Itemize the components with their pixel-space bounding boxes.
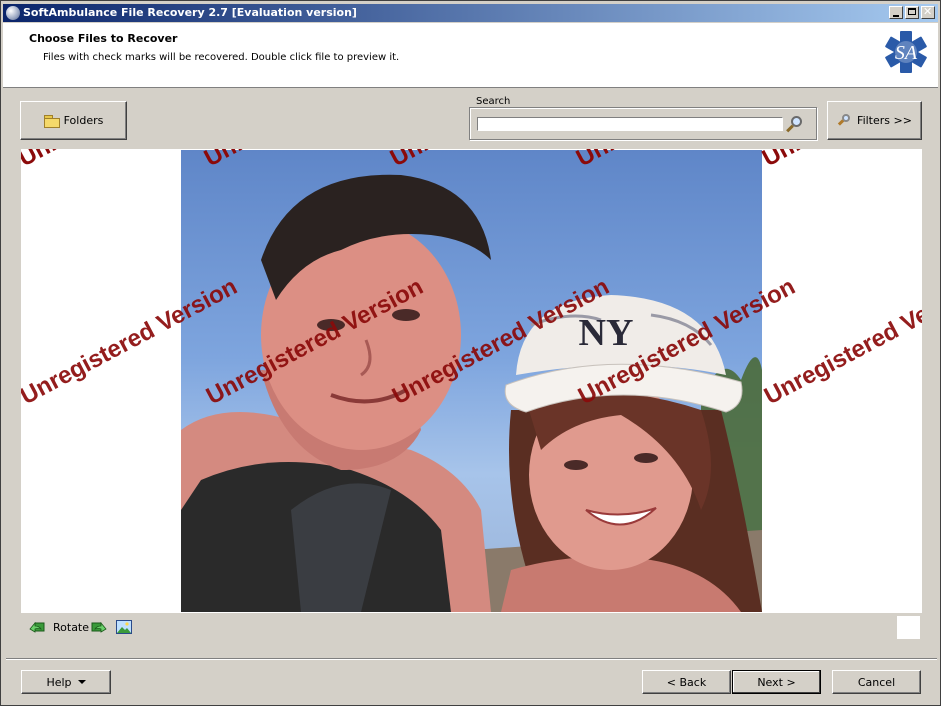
image-preview[interactable]: NY Unre Unre Unre Unre Unre Unregistered…: [21, 149, 922, 613]
minimize-button[interactable]: [889, 6, 903, 19]
folders-button-label: Folders: [63, 114, 104, 127]
title-bar[interactable]: SoftAmbulance File Recovery 2.7 [Evaluat…: [3, 4, 938, 22]
app-icon: [6, 6, 20, 20]
cancel-button-label: Cancel: [857, 675, 896, 689]
back-button[interactable]: < Back: [642, 670, 731, 694]
search-input[interactable]: [477, 117, 783, 131]
page-subtitle: Files with check marks will be recovered…: [43, 52, 400, 63]
rotate-toolbar: Rotate: [21, 617, 221, 639]
rotate-right-icon[interactable]: [91, 620, 107, 634]
cap-logo-text: NY: [579, 312, 634, 354]
maximize-button[interactable]: [905, 6, 919, 19]
page-title: Choose Files to Recover: [29, 32, 178, 45]
folders-button[interactable]: Folders: [20, 101, 127, 140]
app-window: SoftAmbulance File Recovery 2.7 [Evaluat…: [0, 0, 941, 706]
image-view-icon[interactable]: [116, 620, 132, 634]
search-icon[interactable]: [785, 114, 805, 134]
dropdown-arrow-icon: [77, 680, 86, 684]
next-button[interactable]: Next >: [732, 670, 821, 694]
rotate-left-icon[interactable]: [29, 620, 45, 634]
logo-text: SA: [895, 42, 918, 64]
search-label: Search: [474, 96, 513, 107]
close-button[interactable]: ✕: [921, 5, 935, 19]
help-button[interactable]: Help: [21, 670, 111, 694]
watermark-text: Unre: [21, 149, 75, 173]
softambulance-logo: SA: [885, 31, 927, 73]
close-icon: ✕: [923, 5, 933, 18]
next-button-label: Next >: [757, 675, 796, 689]
window-title: SoftAmbulance File Recovery 2.7 [Evaluat…: [23, 6, 357, 19]
maximize-icon: [908, 8, 916, 15]
wizard-header: Choose Files to Recover Files with check…: [3, 23, 938, 88]
filter-magnifier-icon: [837, 113, 853, 129]
folder-icon: [43, 114, 60, 128]
help-button-label: Help: [46, 675, 72, 689]
cancel-button[interactable]: Cancel: [832, 670, 921, 694]
rotate-label: Rotate: [53, 621, 90, 634]
filters-button-label: Filters >>: [857, 114, 912, 127]
minimize-icon: [893, 15, 899, 17]
watermark-text: Unre: [758, 149, 819, 173]
status-box: [897, 616, 920, 639]
back-button-label: < Back: [666, 675, 707, 689]
filters-button[interactable]: Filters >>: [827, 101, 922, 140]
